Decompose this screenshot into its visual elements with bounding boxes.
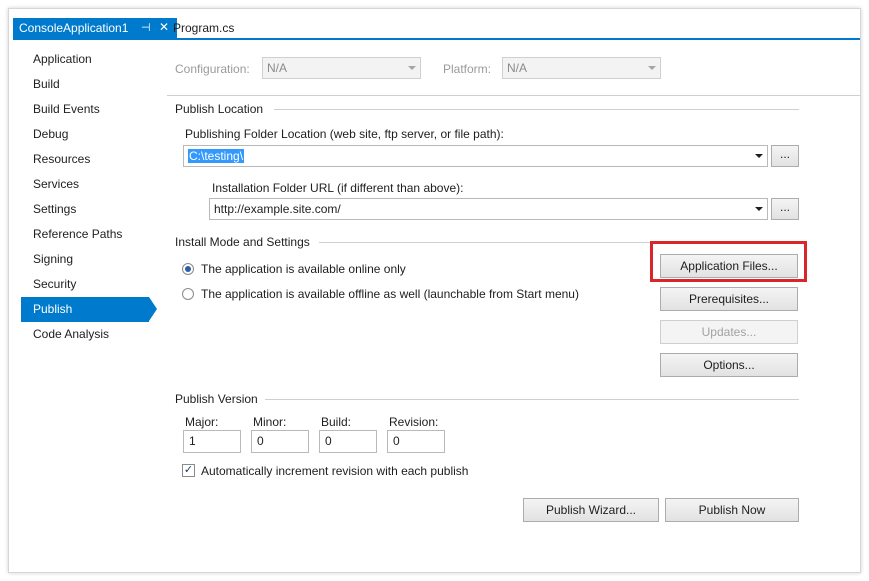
prerequisites-button[interactable]: Prerequisites... <box>660 287 798 311</box>
tab-consoleapplication1[interactable]: ConsoleApplication1 ⊣ ✕ <box>13 18 177 39</box>
publish-now-button[interactable]: Publish Now <box>665 498 799 522</box>
sidebar-item-reference-paths[interactable]: Reference Paths <box>21 222 149 247</box>
sidebar-item-settings[interactable]: Settings <box>21 197 149 222</box>
sidebar-item-security[interactable]: Security <box>21 272 149 297</box>
offline-label[interactable]: The application is available offline as … <box>201 287 579 301</box>
minor-input[interactable]: 0 <box>251 430 309 453</box>
build-label: Build: <box>321 415 352 429</box>
installation-folder-input[interactable]: http://example.site.com/ <box>209 198 768 220</box>
sidebar-item-resources[interactable]: Resources <box>21 147 149 172</box>
online-only-label[interactable]: The application is available online only <box>201 262 406 276</box>
publishing-folder-value: C:\testing\ <box>188 149 245 163</box>
application-files-button[interactable]: Application Files... <box>660 254 798 278</box>
selected-item-arrow <box>149 297 157 321</box>
sidebar-item-debug[interactable]: Debug <box>21 122 149 147</box>
revision-label: Revision: <box>389 415 439 429</box>
options-button[interactable]: Options... <box>660 353 798 377</box>
publish-location-group-title: Publish Location <box>175 102 264 116</box>
publish-version-group-title: Publish Version <box>175 392 258 406</box>
sidebar-item-publish[interactable]: Publish <box>21 297 149 322</box>
major-input[interactable]: 1 <box>183 430 241 453</box>
sidebar-item-build-events[interactable]: Build Events <box>21 97 149 122</box>
chevron-down-icon <box>408 66 416 70</box>
tab-program-cs[interactable]: Program.cs <box>173 21 234 35</box>
revision-input[interactable]: 0 <box>387 430 445 453</box>
chevron-down-icon <box>755 207 763 211</box>
platform-select[interactable]: N/A <box>502 57 661 79</box>
project-properties-window: ConsoleApplication1 ⊣ ✕ Program.cs Appli… <box>8 8 861 573</box>
publishing-folder-label: Publishing Folder Location (web site, ft… <box>185 127 504 141</box>
auto-increment-checkbox[interactable]: ✓ <box>182 464 195 477</box>
publishing-folder-input[interactable]: C:\testing\ <box>183 145 768 167</box>
sidebar-item-build[interactable]: Build <box>21 72 149 97</box>
close-icon[interactable]: ✕ <box>159 20 169 34</box>
configuration-select[interactable]: N/A <box>262 57 421 79</box>
installation-folder-value: http://example.site.com/ <box>214 202 341 216</box>
tab-underline <box>13 38 860 40</box>
group-divider <box>265 399 799 400</box>
sidebar-item-application[interactable]: Application <box>21 47 149 72</box>
group-divider <box>274 109 799 110</box>
offline-radio[interactable] <box>182 288 194 300</box>
publishing-folder-browse-button[interactable]: ... <box>771 145 799 167</box>
minor-label: Minor: <box>253 415 287 429</box>
divider <box>167 95 860 96</box>
pin-icon[interactable]: ⊣ <box>141 21 151 34</box>
install-mode-group-title: Install Mode and Settings <box>175 235 310 249</box>
build-input[interactable]: 0 <box>319 430 377 453</box>
chevron-down-icon <box>755 154 763 158</box>
platform-value: N/A <box>507 61 528 75</box>
online-only-radio[interactable] <box>182 263 194 275</box>
installation-folder-label: Installation Folder URL (if different th… <box>212 181 464 195</box>
updates-button[interactable]: Updates... <box>660 320 798 344</box>
configuration-label: Configuration: <box>175 62 250 76</box>
configuration-value: N/A <box>267 61 288 75</box>
auto-increment-label[interactable]: Automatically increment revision with ea… <box>201 464 468 478</box>
sidebar-item-code-analysis[interactable]: Code Analysis <box>21 322 149 347</box>
sidebar-item-services[interactable]: Services <box>21 172 149 197</box>
tab-label: ConsoleApplication1 <box>19 21 129 35</box>
installation-folder-browse-button[interactable]: ... <box>771 198 799 220</box>
chevron-down-icon <box>648 66 656 70</box>
sidebar-item-signing[interactable]: Signing <box>21 247 149 272</box>
document-tabstrip: ConsoleApplication1 ⊣ ✕ Program.cs <box>9 9 860 40</box>
publish-wizard-button[interactable]: Publish Wizard... <box>523 498 659 522</box>
major-label: Major: <box>185 415 219 429</box>
platform-label: Platform: <box>443 62 492 76</box>
